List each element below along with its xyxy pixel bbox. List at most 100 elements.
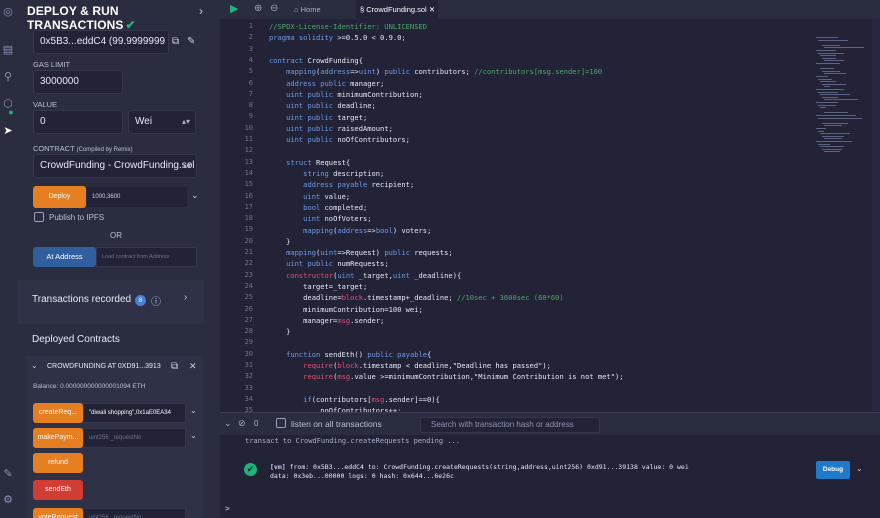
line-number: 13	[244, 157, 253, 166]
function-args-input[interactable]: uint256 _requestNo	[83, 508, 186, 518]
code-line: mapping(address=>uint) public contributo…	[286, 67, 603, 77]
code-line: address payable recipient;	[303, 180, 415, 190]
terminal-search-input[interactable]: Search with transaction hash or address	[420, 417, 600, 433]
listen-label: listen on all transactions	[291, 419, 382, 429]
publish-ipfs-checkbox[interactable]	[34, 212, 44, 222]
line-number: 17	[244, 202, 253, 211]
deploy-run-icon[interactable]: ➤	[2, 125, 14, 137]
tab-home[interactable]: ⌂ Home	[290, 0, 356, 19]
minimap-line	[816, 76, 828, 77]
line-number: 8	[248, 101, 253, 110]
file-explorer-icon[interactable]: ▤	[2, 44, 14, 56]
tab-label: CrowdFunding.sol	[366, 5, 427, 14]
plugin-manager-icon[interactable]: ✎	[2, 468, 14, 480]
chevron-down-icon[interactable]: ⌄	[856, 464, 863, 473]
code-line: minimumContribution=100 wei;	[269, 304, 423, 314]
at-address-button[interactable]: At Address	[33, 247, 96, 267]
transactions-recorded-section[interactable]: Transactions recorded 8 ⓘ ›	[18, 280, 204, 324]
code-line: }	[269, 236, 291, 246]
chevron-down-icon[interactable]: ⌄	[190, 406, 197, 415]
code-line: pragma solidity >=0.5.0 < 0.9.0;	[269, 33, 406, 43]
code-line: target=_target;	[269, 282, 368, 291]
editor-minimap[interactable]	[814, 19, 866, 169]
chevron-down-icon[interactable]: ⌄	[224, 418, 232, 429]
code-line: mapping(uint=>Request) public requests;	[286, 248, 453, 258]
remix-logo-icon[interactable]: ◎	[2, 6, 14, 18]
editor-tabs-bar: ▶ ⊕ ⊖ ⌂ Home § CrowdFunding.sol ✕	[220, 0, 880, 19]
chevron-down-icon[interactable]: ⌄	[191, 190, 199, 201]
function-button-sendEth[interactable]: sendEth	[33, 480, 83, 500]
gas-limit-input[interactable]: 3000000	[33, 70, 123, 94]
copy-icon[interactable]: ⧉	[172, 36, 179, 47]
settings-gear-icon[interactable]: ⚙	[2, 494, 14, 506]
code-line: require(block.timestamp < deadline,"Dead…	[303, 361, 551, 371]
code-line: if(contributors[msg.sender]==0){	[303, 395, 440, 404]
close-icon[interactable]: ✕	[429, 5, 435, 14]
instance-name[interactable]: CROWDFUNDING AT 0XD91...3913	[47, 363, 161, 370]
function-button-refund[interactable]: refund	[33, 453, 83, 473]
line-number: 14	[244, 168, 253, 177]
edit-icon[interactable]: ✎	[187, 36, 195, 47]
chevron-down-icon[interactable]: ⌄	[31, 361, 38, 370]
minimap-line	[822, 44, 840, 46]
clear-console-icon[interactable]: ⊘	[238, 418, 246, 429]
line-number: 24	[244, 281, 253, 290]
account-select[interactable]: 0x5B3...eddC4 (99.9999999	[33, 30, 169, 54]
value-unit: Wei	[135, 116, 153, 127]
function-args-input[interactable]: uint256 _requestNo	[83, 428, 186, 448]
line-number: 6	[248, 78, 253, 87]
line-number: 3	[248, 44, 253, 53]
minimap-line	[818, 104, 836, 106]
transactions-count-badge: 8	[135, 295, 146, 306]
minimap-line	[818, 78, 832, 80]
listen-count: 0	[254, 419, 259, 428]
copy-icon[interactable]: ⧉	[171, 361, 178, 372]
deploy-button[interactable]: Deploy	[33, 186, 86, 208]
run-play-icon[interactable]: ▶	[230, 2, 238, 15]
minimap-line	[822, 70, 840, 72]
terminal-prompt[interactable]: >	[225, 504, 230, 513]
editor-scrollbar[interactable]	[872, 19, 880, 412]
debug-button[interactable]: Debug	[816, 461, 850, 479]
line-number: 11	[244, 135, 253, 143]
line-number: 16	[244, 191, 253, 200]
line-number: 27	[244, 315, 253, 324]
contract-select[interactable]: CrowdFunding - CrowdFunding.sol ▴▾	[33, 154, 197, 178]
function-button-createRequests[interactable]: createReq...	[33, 403, 83, 423]
code-line: uint public deadline;	[286, 101, 376, 111]
code-line: struct Request{	[286, 157, 351, 167]
code-line: bool completed;	[303, 202, 368, 212]
function-args-input[interactable]: "diwali shopping",0x1aE0EA34	[83, 403, 186, 423]
close-icon[interactable]: ✕	[189, 361, 197, 372]
zoom-in-icon[interactable]: ⊕	[254, 3, 262, 14]
code-line: constructor(uint _target,uint _deadline)…	[286, 270, 462, 280]
line-number: 2	[248, 33, 253, 42]
line-number: 4	[248, 55, 253, 64]
minimap-line	[822, 148, 842, 150]
tab-crowdfunding[interactable]: § CrowdFunding.sol ✕	[356, 0, 438, 19]
at-address-input[interactable]: Load contract from Address	[96, 247, 197, 267]
deploy-args-input[interactable]: 1000,3600	[86, 186, 188, 208]
value-input[interactable]: 0	[33, 110, 123, 134]
chevron-right-icon[interactable]: ›	[184, 292, 187, 303]
function-button-makePayment[interactable]: makePaym...	[33, 428, 83, 448]
code-line: address public manager;	[286, 78, 385, 88]
panel-title: DEPLOY & RUN TRANSACTIONS ✔	[27, 4, 136, 32]
line-number: 12	[244, 146, 253, 155]
minimap-line	[816, 128, 826, 129]
line-number: 26	[244, 304, 253, 313]
code-line: uint noOfVoters;	[303, 214, 372, 224]
chevron-right-icon[interactable]: ›	[199, 4, 203, 18]
line-number: 30	[244, 349, 253, 358]
minimap-line	[824, 86, 830, 88]
search-icon[interactable]: ⚲	[2, 71, 14, 83]
home-icon: ⌂	[294, 5, 299, 14]
line-number: 33	[244, 383, 253, 392]
chevron-down-icon[interactable]: ⌄	[190, 431, 197, 440]
line-number: 10	[244, 123, 253, 132]
listen-checkbox[interactable]	[276, 418, 286, 428]
value-unit-select[interactable]: Wei ▴▾	[128, 110, 196, 134]
code-editor[interactable]: 1 2 3 4 5 6 7 8 9 10 11 12 13 14 15 16 17 18 19 20 21 22 23 24 2…	[220, 19, 880, 412]
zoom-out-icon[interactable]: ⊖	[270, 3, 278, 14]
function-button-voteRequest[interactable]: voteRequest	[33, 508, 83, 518]
